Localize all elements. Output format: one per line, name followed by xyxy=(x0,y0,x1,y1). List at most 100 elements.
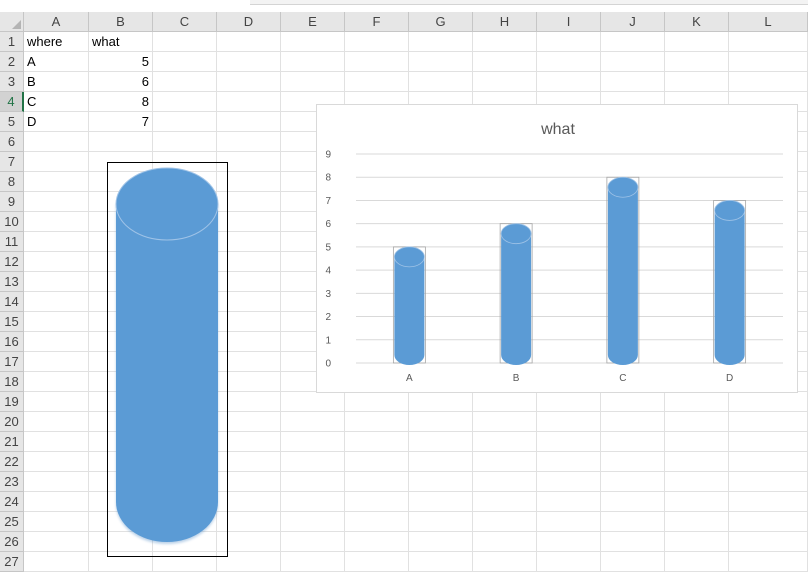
cell-j21[interactable] xyxy=(601,432,665,452)
row-header-27[interactable]: 27 xyxy=(0,552,24,572)
cell-i1[interactable] xyxy=(537,32,601,52)
cell-d5[interactable] xyxy=(217,112,281,132)
cell-c6[interactable] xyxy=(153,132,217,152)
cell-a5[interactable]: D xyxy=(24,112,89,132)
cell-f27[interactable] xyxy=(345,552,409,572)
cell-a17[interactable] xyxy=(24,352,89,372)
cell-h25[interactable] xyxy=(473,512,537,532)
cell-l2[interactable] xyxy=(729,52,808,72)
cell-a19[interactable] xyxy=(24,392,89,412)
cell-d4[interactable] xyxy=(217,92,281,112)
row-header-12[interactable]: 12 xyxy=(0,252,24,272)
cell-e25[interactable] xyxy=(281,512,345,532)
cell-d6[interactable] xyxy=(217,132,281,152)
cell-j20[interactable] xyxy=(601,412,665,432)
row-header-8[interactable]: 8 xyxy=(0,172,24,192)
cell-i19[interactable] xyxy=(537,392,601,412)
cell-i25[interactable] xyxy=(537,512,601,532)
cell-f26[interactable] xyxy=(345,532,409,552)
cell-b1[interactable]: what xyxy=(89,32,153,52)
cell-j2[interactable] xyxy=(601,52,665,72)
cell-a1[interactable]: where xyxy=(24,32,89,52)
column-header-g[interactable]: G xyxy=(409,12,473,32)
cell-k27[interactable] xyxy=(665,552,729,572)
row-header-25[interactable]: 25 xyxy=(0,512,24,532)
cell-i21[interactable] xyxy=(537,432,601,452)
cell-a22[interactable] xyxy=(24,452,89,472)
cell-h20[interactable] xyxy=(473,412,537,432)
cell-b3[interactable]: 6 xyxy=(89,72,153,92)
cell-a10[interactable] xyxy=(24,212,89,232)
cell-i24[interactable] xyxy=(537,492,601,512)
cell-f3[interactable] xyxy=(345,72,409,92)
cell-j3[interactable] xyxy=(601,72,665,92)
row-header-15[interactable]: 15 xyxy=(0,312,24,332)
column-header-f[interactable]: F xyxy=(345,12,409,32)
cell-l21[interactable] xyxy=(729,432,808,452)
cell-k22[interactable] xyxy=(665,452,729,472)
row-header-7[interactable]: 7 xyxy=(0,152,24,172)
cell-a24[interactable] xyxy=(24,492,89,512)
cell-b5[interactable]: 7 xyxy=(89,112,153,132)
cell-h1[interactable] xyxy=(473,32,537,52)
cell-e19[interactable] xyxy=(281,392,345,412)
cell-e20[interactable] xyxy=(281,412,345,432)
cell-h24[interactable] xyxy=(473,492,537,512)
row-header-3[interactable]: 3 xyxy=(0,72,24,92)
cell-k19[interactable] xyxy=(665,392,729,412)
cell-h21[interactable] xyxy=(473,432,537,452)
cell-g1[interactable] xyxy=(409,32,473,52)
cell-a25[interactable] xyxy=(24,512,89,532)
row-header-10[interactable]: 10 xyxy=(0,212,24,232)
cell-j24[interactable] xyxy=(601,492,665,512)
cell-f24[interactable] xyxy=(345,492,409,512)
cell-k25[interactable] xyxy=(665,512,729,532)
cell-g19[interactable] xyxy=(409,392,473,412)
row-header-16[interactable]: 16 xyxy=(0,332,24,352)
cell-a15[interactable] xyxy=(24,312,89,332)
cell-e27[interactable] xyxy=(281,552,345,572)
cell-a14[interactable] xyxy=(24,292,89,312)
cell-e22[interactable] xyxy=(281,452,345,472)
cell-k2[interactable] xyxy=(665,52,729,72)
cell-j1[interactable] xyxy=(601,32,665,52)
cell-j22[interactable] xyxy=(601,452,665,472)
column-header-j[interactable]: J xyxy=(601,12,665,32)
cell-f23[interactable] xyxy=(345,472,409,492)
cell-j27[interactable] xyxy=(601,552,665,572)
cell-a27[interactable] xyxy=(24,552,89,572)
column-header-h[interactable]: H xyxy=(473,12,537,32)
column-header-b[interactable]: B xyxy=(89,12,153,32)
cell-f22[interactable] xyxy=(345,452,409,472)
cell-a2[interactable]: A xyxy=(24,52,89,72)
row-header-18[interactable]: 18 xyxy=(0,372,24,392)
cell-k21[interactable] xyxy=(665,432,729,452)
row-header-5[interactable]: 5 xyxy=(0,112,24,132)
cell-i23[interactable] xyxy=(537,472,601,492)
cell-i3[interactable] xyxy=(537,72,601,92)
cell-f2[interactable] xyxy=(345,52,409,72)
cell-k1[interactable] xyxy=(665,32,729,52)
cell-g23[interactable] xyxy=(409,472,473,492)
cell-h3[interactable] xyxy=(473,72,537,92)
cell-g25[interactable] xyxy=(409,512,473,532)
cell-b4[interactable]: 8 xyxy=(89,92,153,112)
cell-a7[interactable] xyxy=(24,152,89,172)
row-header-19[interactable]: 19 xyxy=(0,392,24,412)
cell-k26[interactable] xyxy=(665,532,729,552)
row-header-23[interactable]: 23 xyxy=(0,472,24,492)
cell-c4[interactable] xyxy=(153,92,217,112)
column-header-a[interactable]: A xyxy=(24,12,89,32)
row-header-26[interactable]: 26 xyxy=(0,532,24,552)
cell-g20[interactable] xyxy=(409,412,473,432)
cell-e2[interactable] xyxy=(281,52,345,72)
cell-l26[interactable] xyxy=(729,532,808,552)
cell-e26[interactable] xyxy=(281,532,345,552)
cell-g21[interactable] xyxy=(409,432,473,452)
cell-l20[interactable] xyxy=(729,412,808,432)
cell-g24[interactable] xyxy=(409,492,473,512)
column-header-d[interactable]: D xyxy=(217,12,281,32)
cell-c3[interactable] xyxy=(153,72,217,92)
cell-a26[interactable] xyxy=(24,532,89,552)
row-header-17[interactable]: 17 xyxy=(0,352,24,372)
